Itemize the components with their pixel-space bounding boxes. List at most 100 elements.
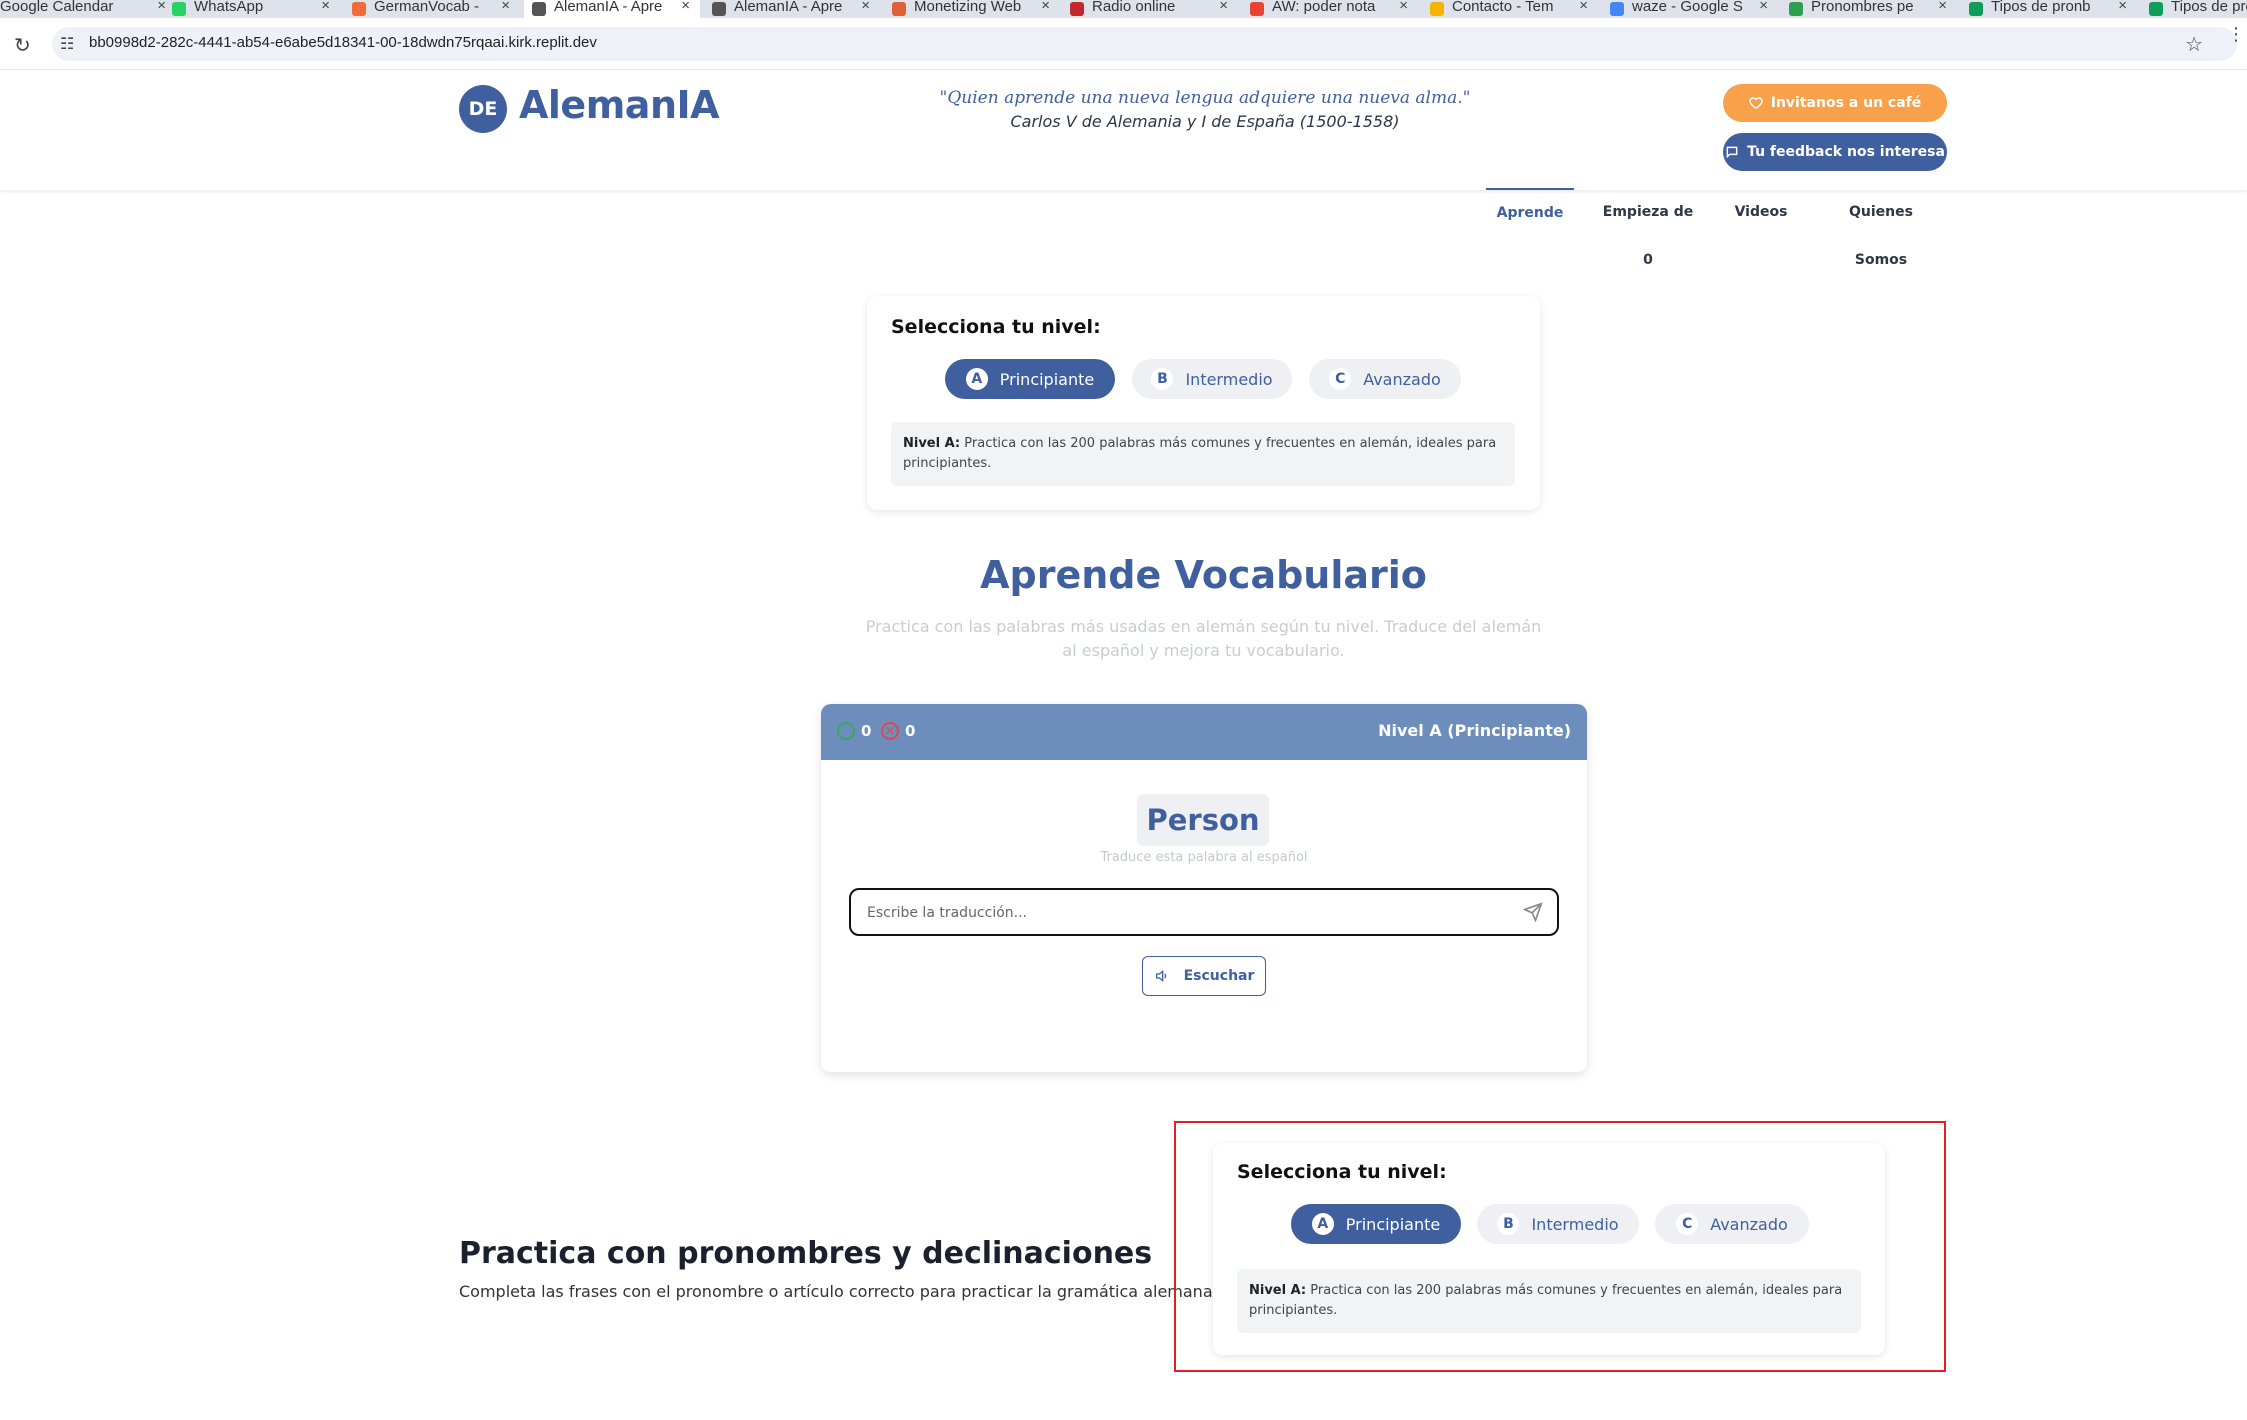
tab-close-icon[interactable]: ×: [1041, 0, 1050, 14]
tab-title: Radio online: [1092, 0, 1176, 15]
level-label-b: Intermedio: [1185, 369, 1273, 389]
feedback-label: Tu feedback nos interesa: [1747, 144, 1945, 160]
tab-close-icon[interactable]: ×: [1759, 0, 1768, 14]
logo-badge[interactable]: DE: [459, 85, 507, 133]
tab-close-icon[interactable]: ×: [321, 0, 330, 14]
level-description: Nivel A: Practica con las 200 palabras m…: [891, 422, 1515, 486]
url-text[interactable]: bb0998d2-282c-4441-ab54-e6abe5d18341-00-…: [89, 34, 597, 51]
tab-title: AlemanIA - Apre: [554, 0, 663, 15]
browser-tab[interactable]: GermanVocab - ×: [344, 0, 520, 18]
tab-close-icon[interactable]: ×: [1219, 0, 1228, 14]
tab-title: waze - Google S: [1632, 0, 1743, 15]
browser-menu-icon[interactable]: ⋮: [2227, 24, 2245, 45]
tab-title: AlemanIA - Apre: [734, 0, 843, 15]
feedback-button[interactable]: Tu feedback nos interesa: [1723, 133, 1947, 171]
level-letter-b-2: B: [1497, 1213, 1520, 1235]
level-option-b[interactable]: B Intermedio: [1132, 359, 1292, 399]
x-circle-icon: ✕: [881, 722, 899, 740]
level-label-b-2: Intermedio: [1531, 1214, 1619, 1234]
level-label-c: Avanzado: [1363, 369, 1441, 389]
level-letter-a-2: A: [1311, 1213, 1334, 1235]
browser-tab[interactable]: AW: poder nota ×: [1242, 0, 1418, 18]
quiz-level-label: Nivel A (Principiante): [1378, 721, 1571, 740]
browser-tab[interactable]: Tipos de pro: [2141, 0, 2247, 18]
tab-favicon-icon: [352, 2, 366, 16]
level-desc-label-2: Nivel A:: [1249, 1283, 1307, 1298]
level-label-c-2: Avanzado: [1710, 1214, 1788, 1234]
level-selector-title-2: Selecciona tu nivel:: [1237, 1161, 1447, 1183]
level-desc-text: Practica con las 200 palabras más comune…: [903, 436, 1497, 471]
browser-tab[interactable]: AlemanIA - Apre ×: [704, 0, 880, 18]
message-icon: [1726, 146, 1738, 159]
level-option-c[interactable]: C Avanzado: [1309, 359, 1461, 399]
reload-icon[interactable]: ↻: [14, 34, 36, 56]
tab-favicon-icon: [712, 2, 726, 16]
bookmark-star-icon[interactable]: ☆: [2185, 32, 2203, 56]
tab-title: Tipos de pronb: [1991, 0, 2091, 15]
quiz-header: 0 ✕ 0 Nivel A (Principiante): [821, 704, 1587, 760]
listen-label: Escuchar: [1183, 968, 1255, 984]
tab-close-icon[interactable]: ×: [1399, 0, 1408, 14]
tab-title: Monetizing Web: [914, 0, 1022, 15]
tab-favicon-icon: [532, 2, 546, 16]
level-option-a-2[interactable]: A Principiante: [1291, 1204, 1461, 1244]
tab-title: WhatsApp: [194, 0, 264, 15]
browser-tab[interactable]: WhatsApp ×: [164, 0, 340, 18]
translation-input[interactable]: [867, 902, 1507, 924]
level-selector-card: Selecciona tu nivel: A Principiante B In…: [867, 296, 1540, 510]
translation-field[interactable]: [849, 888, 1559, 936]
browser-tab[interactable]: Tipos de pronb ×: [1961, 0, 2137, 18]
browser-tab[interactable]: Radio online ×: [1062, 0, 1238, 18]
omnibox[interactable]: ☷ bb0998d2-282c-4441-ab54-e6abe5d18341-0…: [52, 27, 2237, 61]
speaker-icon: [1155, 969, 1166, 983]
site-info-icon[interactable]: ☷: [60, 34, 80, 54]
tab-close-icon[interactable]: ×: [2118, 0, 2127, 14]
listen-button[interactable]: Escuchar: [1142, 956, 1266, 996]
level-letter-c: C: [1329, 368, 1352, 390]
german-word: Person: [1137, 794, 1269, 846]
level-option-b-2[interactable]: B Intermedio: [1477, 1204, 1639, 1244]
level-option-c-2[interactable]: C Avanzado: [1655, 1204, 1809, 1244]
level-desc-label: Nivel A:: [903, 436, 961, 451]
browser-tab[interactable]: Google Calendar ×: [0, 0, 176, 18]
level-letter-b: B: [1151, 368, 1174, 390]
level-letter-a: A: [965, 368, 988, 390]
tab-favicon-icon: [1789, 2, 1803, 16]
browser-tab[interactable]: Contacto - Tem ×: [1422, 0, 1598, 18]
address-bar-row: ↻ ☷ bb0998d2-282c-4441-ab54-e6abe5d18341…: [0, 18, 2247, 70]
tab-favicon-icon: [1610, 2, 1624, 16]
word-hint: Traduce esta palabra al español: [1100, 850, 1308, 865]
send-icon[interactable]: [1523, 902, 1543, 922]
tab-close-icon[interactable]: ×: [1938, 0, 1947, 14]
browser-tab[interactable]: AlemanIA - Apre ×: [524, 0, 700, 18]
tab-title: Tipos de pro: [2171, 0, 2247, 15]
tab-favicon-icon: [2149, 2, 2163, 16]
pronouns-subtitle: Completa las frases con el pronombre o a…: [459, 1282, 1218, 1301]
tab-close-icon[interactable]: ×: [1579, 0, 1588, 14]
nav-item-videos[interactable]: Videos: [1728, 188, 1794, 232]
invite-coffee-button[interactable]: Invitanos a un café: [1723, 84, 1947, 122]
tab-favicon-icon: [1070, 2, 1084, 16]
level-selector-card-2: Selecciona tu nivel: A Principiante B In…: [1213, 1143, 1885, 1355]
tab-close-icon[interactable]: ×: [501, 0, 510, 14]
browser-tab-strip: Google Calendar × WhatsApp × GermanVocab - × A…: [0, 0, 2247, 18]
correct-count: 0: [861, 722, 872, 740]
tab-favicon-icon: [892, 2, 906, 16]
vocab-quiz-card: 0 ✕ 0 Nivel A (Principiante) Person Trad…: [821, 704, 1587, 1072]
nav-item-aprende[interactable]: Aprende: [1486, 188, 1574, 232]
nav-item-quienes-somos[interactable]: Quienes Somos: [1824, 188, 1938, 268]
tab-close-icon[interactable]: ×: [861, 0, 870, 14]
tab-title: Contacto - Tem: [1452, 0, 1554, 15]
level-option-a[interactable]: A Principiante: [945, 359, 1115, 399]
tab-title: Pronombres pe: [1811, 0, 1914, 15]
browser-tab[interactable]: waze - Google S ×: [1602, 0, 1778, 18]
tab-close-icon[interactable]: ×: [681, 0, 690, 14]
check-circle-icon: [837, 722, 855, 740]
browser-tab[interactable]: Pronombres pe ×: [1781, 0, 1957, 18]
browser-tab[interactable]: Monetizing Web ×: [884, 0, 1060, 18]
tab-favicon-icon: [1430, 2, 1444, 16]
nav-item-empieza[interactable]: Empieza de 0: [1598, 188, 1698, 268]
logo-text[interactable]: AlemanIA: [519, 83, 720, 127]
tab-favicon-icon: [172, 2, 186, 16]
header-quote: "Quien aprende una nueva lengua adquiere…: [939, 88, 1471, 108]
